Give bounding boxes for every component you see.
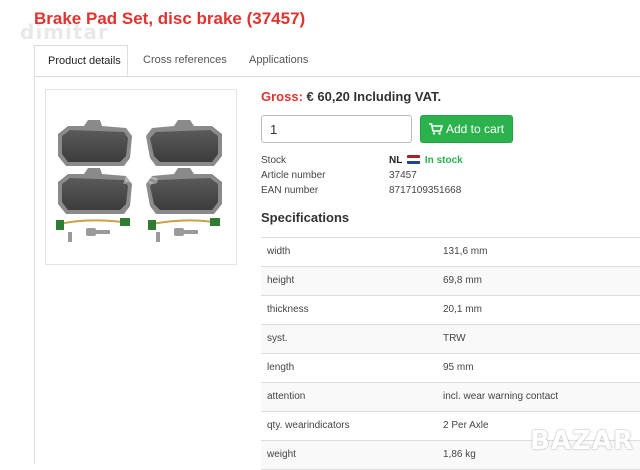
spec-key: width bbox=[267, 246, 291, 257]
ean-number-label: EAN number bbox=[261, 185, 319, 196]
brake-pads-illustration: ABS bbox=[56, 120, 222, 242]
spec-value: 2 Per Axle bbox=[443, 420, 489, 431]
spec-key: syst. bbox=[267, 333, 288, 344]
spec-value: TRW bbox=[443, 333, 466, 344]
spec-key: qty. wearindicators bbox=[267, 420, 350, 431]
mounting-bolts-right bbox=[156, 228, 198, 242]
cart-icon bbox=[429, 123, 444, 135]
article-number-value: 37457 bbox=[389, 170, 417, 181]
tab-product-details[interactable]: Product details bbox=[34, 45, 128, 76]
spec-value: 69,8 mm bbox=[443, 275, 482, 286]
spec-key: height bbox=[267, 275, 295, 286]
price-value: € 60,20 Including VAT. bbox=[306, 89, 442, 104]
spec-row: syst. TRW bbox=[261, 325, 640, 354]
spec-value: 1,86 kg bbox=[443, 449, 476, 460]
spec-row: height 69,8 mm bbox=[261, 267, 640, 296]
stock-label: Stock bbox=[261, 155, 287, 166]
article-number-label: Article number bbox=[261, 170, 326, 181]
spec-key: thickness bbox=[267, 304, 309, 315]
price: Gross: € 60,20 Including VAT. bbox=[261, 89, 441, 104]
spec-row: length 95 mm bbox=[261, 354, 640, 383]
spec-key: attention bbox=[267, 391, 306, 402]
corner-watermark-logo: BAZAR bbox=[530, 426, 634, 456]
spec-value: 20,1 mm bbox=[443, 304, 482, 315]
nl-flag-icon bbox=[407, 155, 421, 164]
quantity-input[interactable] bbox=[261, 115, 412, 143]
mounting-bolts-left bbox=[68, 228, 110, 242]
spec-key: weight bbox=[267, 449, 296, 460]
spec-row: width 131,6 mm bbox=[261, 238, 640, 267]
tabs-divider bbox=[34, 76, 640, 77]
wear-sensor-right bbox=[148, 218, 220, 230]
spec-value: incl. wear warning contact bbox=[443, 391, 559, 402]
spec-row: attention incl. wear warning contact bbox=[261, 383, 640, 412]
ean-number-value: 8717109351668 bbox=[389, 185, 462, 196]
brake-pad-top-left bbox=[58, 120, 132, 166]
product-image[interactable]: ABS bbox=[45, 89, 237, 265]
product-title: Brake Pad Set, disc brake (37457) bbox=[34, 9, 306, 28]
price-label: Gross: bbox=[261, 89, 303, 104]
abs-watermark: ABS bbox=[123, 169, 159, 188]
content-left-border bbox=[34, 76, 35, 464]
stock-status: NL In stock bbox=[389, 155, 463, 166]
spec-key: length bbox=[267, 362, 295, 373]
brake-pad-top-right bbox=[146, 120, 222, 166]
spec-row: thickness 20,1 mm bbox=[261, 296, 640, 325]
spec-value: 95 mm bbox=[443, 362, 474, 373]
add-to-cart-button[interactable]: Add to cart bbox=[420, 115, 513, 143]
brake-pad-bottom-left bbox=[58, 168, 132, 214]
stock-availability: In stock bbox=[424, 155, 463, 166]
tab-applications[interactable]: Applications bbox=[236, 45, 321, 76]
spec-value: 131,6 mm bbox=[443, 246, 488, 257]
tab-cross-references[interactable]: Cross references bbox=[130, 45, 240, 76]
stock-country: NL bbox=[389, 155, 403, 166]
specifications-heading: Specifications bbox=[261, 210, 350, 225]
add-to-cart-label: Add to cart bbox=[446, 122, 505, 136]
